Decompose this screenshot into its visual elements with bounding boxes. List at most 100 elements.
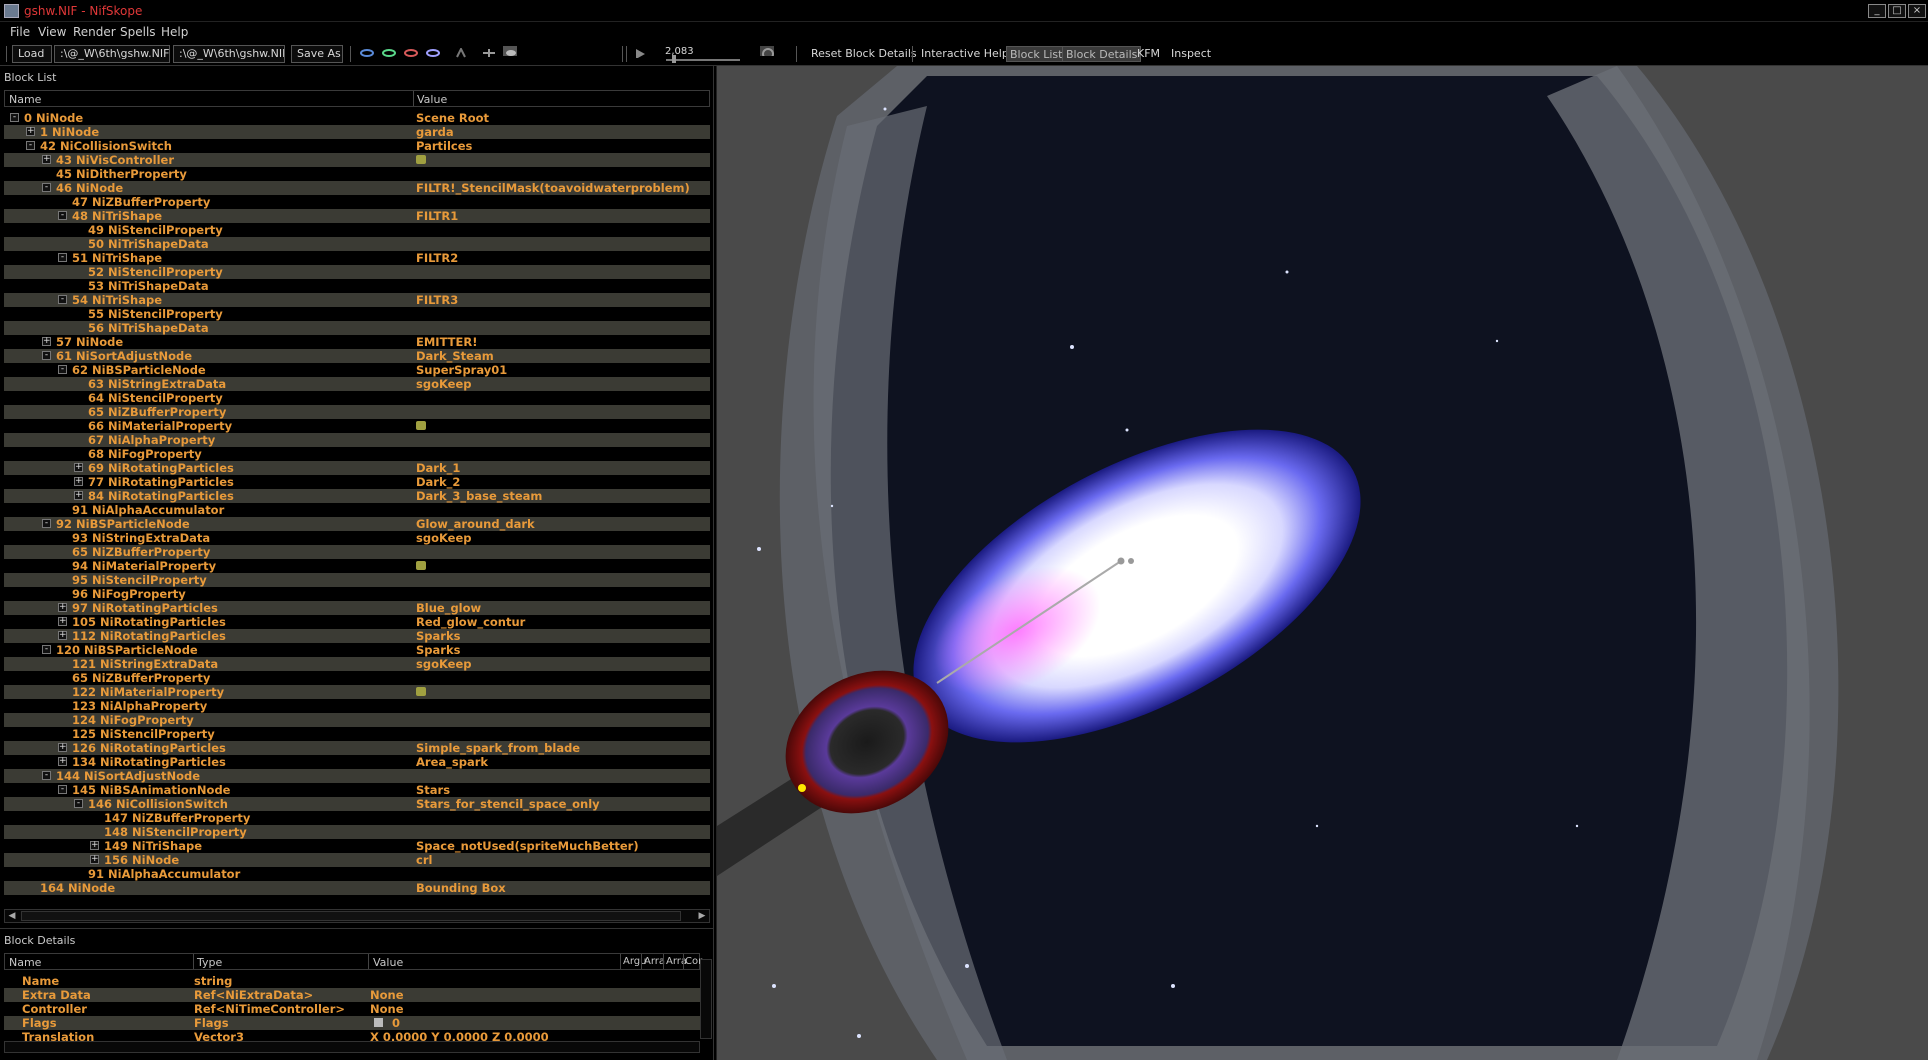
view-side-icon[interactable] [382,48,396,58]
tree-row[interactable]: +97 NiRotatingParticles Blue_glow [4,601,710,615]
loop-icon[interactable] [760,46,774,56]
column-separator[interactable] [663,954,664,969]
collapse-icon[interactable]: - [42,645,51,654]
play-icon[interactable] [634,48,648,58]
tree-row[interactable]: -120 NiBSParticleNode Sparks [4,643,710,657]
tree-row[interactable]: 53 NiTriShapeData [4,279,710,293]
tree-row[interactable]: 68 NiFogProperty [4,447,710,461]
expand-icon[interactable]: + [58,603,67,612]
expand-icon[interactable]: + [58,757,67,766]
tree-row[interactable]: 65 NiZBufferProperty [4,405,710,419]
view-front-icon[interactable] [360,48,374,58]
detail-row[interactable]: Name string [4,974,702,988]
flip-icon[interactable] [482,48,496,58]
tree-row[interactable]: +112 NiRotatingParticles Sparks [4,629,710,643]
expand-icon[interactable]: + [42,155,51,164]
inspect-button[interactable]: Inspect [1168,46,1214,62]
tree-row[interactable]: +126 NiRotatingParticles Simple_spark_fro… [4,741,710,755]
tree-row[interactable]: +69 NiRotatingParticles Dark_1 [4,461,710,475]
tree-row[interactable]: -146 NiCollisionSwitch Stars_for_stencil_… [4,797,710,811]
tree-row[interactable]: +57 NiNode EMITTER! [4,335,710,349]
save-path-field[interactable]: :\@_W\6th\gshw.NIF [173,45,285,63]
detail-value[interactable]: None [370,988,404,1002]
tree-row[interactable]: 65 NiZBufferProperty [4,545,710,559]
collapse-icon[interactable]: - [58,253,67,262]
tree-row[interactable]: 95 NiStencilProperty [4,573,710,587]
collapse-icon[interactable]: - [42,183,51,192]
time-slider-handle[interactable] [672,55,676,63]
walk-mode-icon[interactable] [454,48,468,58]
tree-row[interactable]: -51 NiTriShape FILTR2 [4,251,710,265]
tree-row[interactable]: 147 NiZBufferProperty [4,811,710,825]
menu-spells[interactable]: Spells [120,25,156,39]
load-path-field[interactable]: :\@_W\6th\gshw.NIF [54,45,170,63]
tree-row[interactable]: 64 NiStencilProperty [4,391,710,405]
kfm-button[interactable]: KFM [1134,46,1163,62]
tree-row[interactable]: -54 NiTriShape FILTR3 [4,293,710,307]
column-separator[interactable] [193,954,194,969]
expand-icon[interactable]: + [58,617,67,626]
tree-row[interactable]: +1 NiNode garda [4,125,710,139]
view-user-icon[interactable] [426,48,440,58]
column-separator[interactable] [413,91,414,106]
menu-view[interactable]: View [38,25,66,39]
expand-icon[interactable]: + [74,463,83,472]
collapse-icon[interactable]: - [10,113,19,122]
tree-row[interactable]: -0 NiNode Scene Root [4,111,710,125]
menu-file[interactable]: File [10,25,30,39]
collapse-icon[interactable]: - [58,211,67,220]
column-separator[interactable] [620,954,621,969]
collapse-icon[interactable]: - [58,365,67,374]
tree-row[interactable]: 65 NiZBufferProperty [4,671,710,685]
expand-icon[interactable]: + [26,127,35,136]
tree-row[interactable]: 49 NiStencilProperty [4,223,710,237]
tree-row[interactable]: 164 NiNode Bounding Box [4,881,710,895]
column-separator[interactable] [641,954,642,969]
tree-row[interactable]: 124 NiFogProperty [4,713,710,727]
tree-row[interactable]: +134 NiRotatingParticles Area_spark [4,755,710,769]
load-button[interactable]: Load [12,45,52,63]
collapse-icon[interactable]: - [58,295,67,304]
view-top-icon[interactable] [404,48,418,58]
expand-icon[interactable]: + [90,841,99,850]
column-separator[interactable] [683,954,684,969]
tree-row[interactable]: -61 NiSortAdjustNode Dark_Steam [4,349,710,363]
tree-row[interactable]: +105 NiRotatingParticles Red_glow_contur [4,615,710,629]
tree-row[interactable]: +43 NiVisController [4,153,710,167]
detail-row[interactable]: Controller Ref<NiTimeController> None [4,1002,702,1016]
scroll-right-icon[interactable]: ▶ [696,910,708,922]
scroll-thumb[interactable] [21,911,681,921]
tree-row[interactable]: 148 NiStencilProperty [4,825,710,839]
collapse-icon[interactable]: - [58,785,67,794]
detail-row[interactable]: Extra Data Ref<NiExtraData> None [4,988,702,1002]
column-array1[interactable]: Arra [644,956,665,967]
tree-row[interactable]: 52 NiStencilProperty [4,265,710,279]
tree-row[interactable]: 55 NiStencilProperty [4,307,710,321]
expand-icon[interactable]: + [74,477,83,486]
block-list-hscrollbar[interactable]: ◀ ▶ [4,909,710,923]
collapse-icon[interactable]: - [74,799,83,808]
tree-row[interactable]: +77 NiRotatingParticles Dark_2 [4,475,710,489]
tree-row[interactable]: 123 NiAlphaProperty [4,699,710,713]
time-slider[interactable] [666,59,740,61]
render-viewport[interactable] [716,66,1928,1060]
tree-row[interactable]: -144 NiSortAdjustNode [4,769,710,783]
menu-help[interactable]: Help [161,25,188,39]
tree-row[interactable]: 56 NiTriShapeData [4,321,710,335]
maximize-button[interactable]: □ [1888,4,1906,18]
interactive-help-button[interactable]: Interactive Help [918,46,1012,62]
tree-row[interactable]: 91 NiAlphaAccumulator [4,503,710,517]
tree-row[interactable]: 63 NiStringExtraData sgoKeep [4,377,710,391]
close-button[interactable]: × [1908,4,1926,18]
column-name[interactable]: Name [9,93,41,106]
tree-row[interactable]: -46 NiNode FILTR!_StencilMask(toavoidwate… [4,181,710,195]
tree-row[interactable]: -42 NiCollisionSwitch Partilces [4,139,710,153]
tree-row[interactable]: 121 NiStringExtraData sgoKeep [4,657,710,671]
tree-row[interactable]: +149 NiTriShape Space_notUsed(spriteMuchB… [4,839,710,853]
tree-row[interactable]: -145 NiBSAnimationNode Stars [4,783,710,797]
flags-icon[interactable] [374,1018,383,1027]
column-argument[interactable]: Argu [623,956,646,967]
column-value[interactable]: Value [417,93,447,106]
tree-row[interactable]: 50 NiTriShapeData [4,237,710,251]
tree-row[interactable]: 125 NiStencilProperty [4,727,710,741]
